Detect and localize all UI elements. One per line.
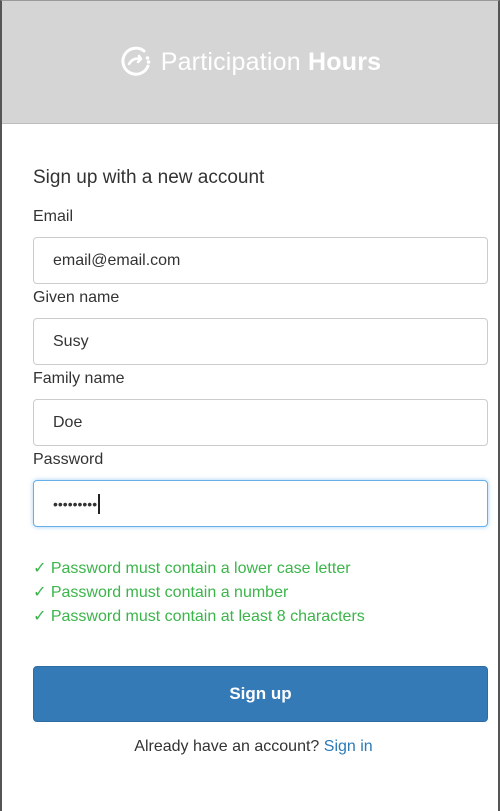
given-name-field[interactable]: Susy <box>33 318 488 365</box>
password-mask: ••••••••• <box>53 495 98 512</box>
given-name-label: Given name <box>33 289 120 306</box>
signup-button[interactable]: Sign up <box>33 666 488 722</box>
brand-name: Participation Hours <box>161 48 382 77</box>
rule-number: ✓ Password must contain a number <box>33 584 289 601</box>
signup-form: Sign up with a new account Email email@e… <box>2 167 498 756</box>
signin-prompt-line: Already have an account? Sign in <box>33 738 484 756</box>
email-value: email@email.com <box>53 251 181 269</box>
password-label: Password <box>33 451 104 468</box>
family-name-field[interactable]: Doe <box>33 399 488 446</box>
brand-name-light: Participation <box>160 47 301 76</box>
family-name-label: Family name <box>33 370 125 387</box>
brand-banner: Participation Hours <box>2 1 498 124</box>
email-label: Email <box>33 208 74 225</box>
signin-prompt: Already have an account? <box>134 738 320 755</box>
brand-name-bold: Hours <box>308 47 382 76</box>
password-field[interactable]: ••••••••• <box>33 480 488 527</box>
family-name-value: Doe <box>53 413 83 431</box>
given-name-value: Susy <box>53 332 89 350</box>
text-caret <box>98 493 101 514</box>
rule-lowercase: ✓ Password must contain a lower case let… <box>33 560 351 577</box>
signin-link[interactable]: Sign in <box>324 738 373 755</box>
participation-logo-icon <box>119 45 153 79</box>
rule-length: ✓ Password must contain at least 8 chara… <box>33 608 365 625</box>
email-field[interactable]: email@email.com <box>33 237 488 284</box>
form-heading: Sign up with a new account <box>33 167 265 188</box>
signup-window: Participation Hours Sign up with a new a… <box>0 0 500 811</box>
password-rules: ✓ Password must contain a lower case let… <box>33 557 484 629</box>
